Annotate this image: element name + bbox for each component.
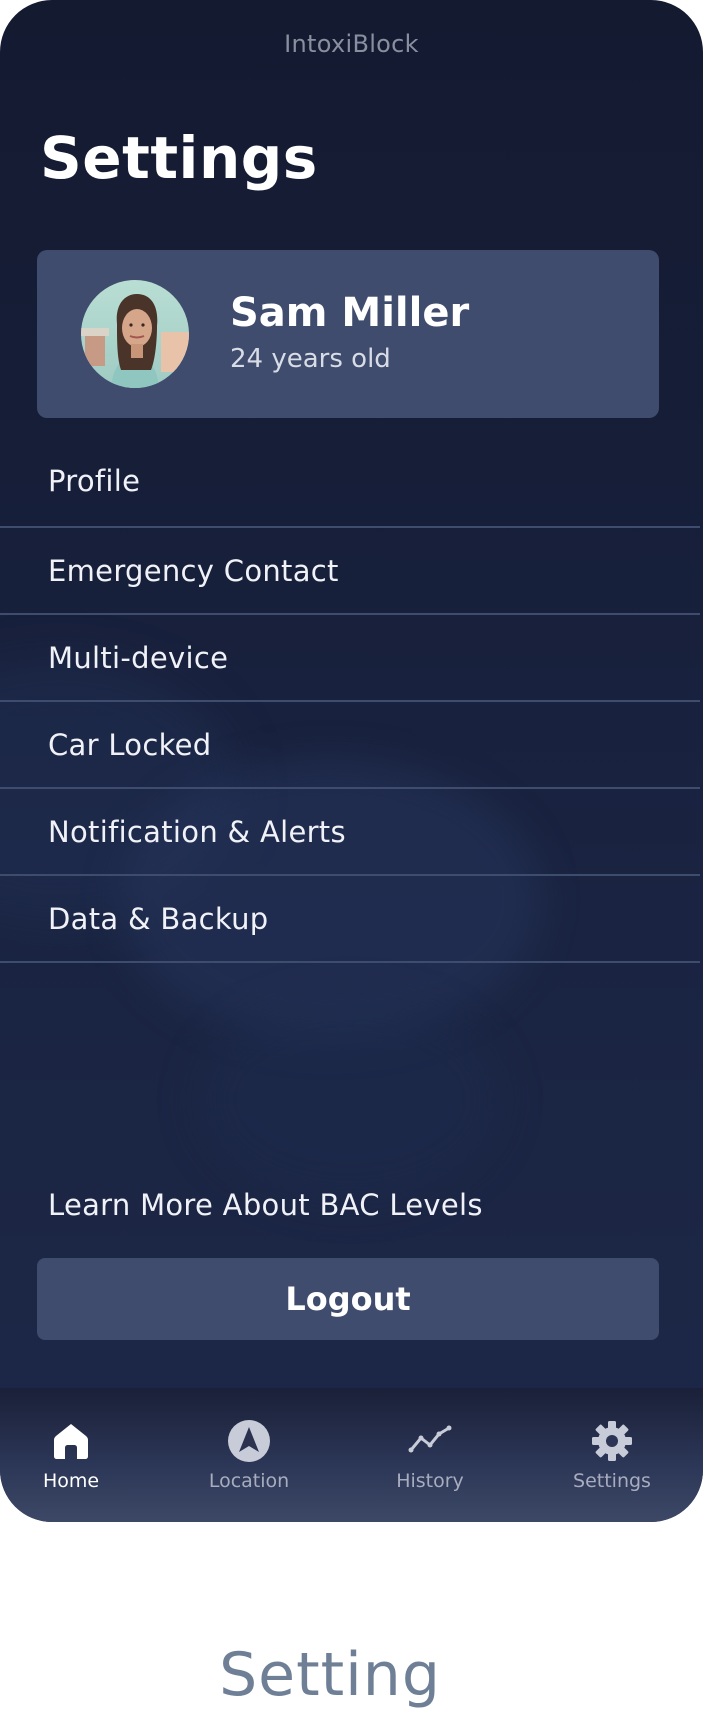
tab-history-label: History [396,1470,464,1492]
trend-line-icon [408,1425,452,1453]
logout-button[interactable]: Logout [37,1258,659,1340]
menu-item-data-backup[interactable]: Data & Backup [0,876,700,963]
bottom-tab-bar: Home Location History Settings [0,1388,703,1522]
home-icon [54,1424,88,1459]
user-age: 24 years old [230,344,391,374]
avatar [81,280,189,388]
app-title: IntoxiBlock [284,30,419,58]
tab-location[interactable]: Location [169,1418,329,1508]
page-title: Settings [40,124,318,192]
avatar-photo [81,280,189,388]
background-blob [200,1000,500,1200]
settings-menu: Profile Emergency Contact Multi-device C… [0,440,700,963]
menu-item-profile[interactable]: Profile [0,440,700,528]
phone-screen: IntoxiBlock Settings Sam Miller 24 years… [0,0,703,1522]
menu-item-notifications-alerts[interactable]: Notification & Alerts [0,789,700,876]
user-name: Sam Miller [230,290,470,336]
tab-settings[interactable]: Settings [532,1418,692,1508]
screen-caption: Setting [219,1640,441,1710]
profile-card[interactable]: Sam Miller 24 years old [37,250,659,418]
menu-item-emergency-contact[interactable]: Emergency Contact [0,528,700,615]
menu-item-car-locked[interactable]: Car Locked [0,702,700,789]
menu-item-multi-device[interactable]: Multi-device [0,615,700,702]
tab-settings-label: Settings [573,1470,651,1492]
tab-location-label: Location [208,1470,290,1492]
navigation-arrow-icon [228,1420,270,1462]
tab-home-label: Home [42,1470,100,1492]
learn-more-bac-link[interactable]: Learn More About BAC Levels [48,1188,483,1222]
tab-home[interactable]: Home [0,1418,151,1508]
tab-history[interactable]: History [350,1418,510,1508]
gear-icon [592,1421,632,1461]
